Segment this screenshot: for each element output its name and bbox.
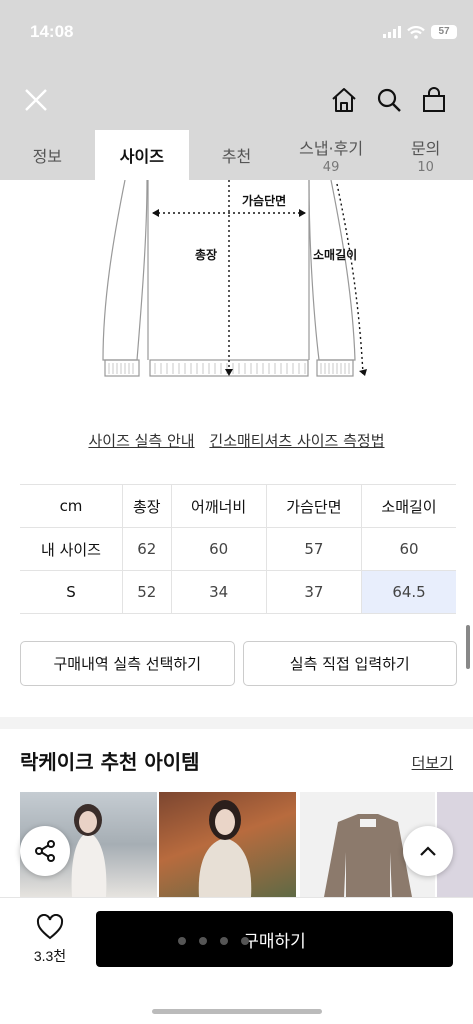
shopping-bag-icon[interactable] — [414, 80, 454, 120]
scrollbar[interactable] — [466, 625, 470, 669]
select-purchase-history-button[interactable]: 구매내역 실측 선택하기 — [20, 641, 235, 686]
share-button[interactable] — [20, 826, 70, 876]
direct-input-button[interactable]: 실측 직접 입력하기 — [242, 641, 457, 686]
tab-label: 문의 — [410, 139, 441, 158]
table-header: 어깨너비 — [170, 484, 267, 528]
garment-outline — [102, 179, 367, 377]
heart-icon — [36, 913, 64, 940]
battery-icon: 57 — [431, 25, 457, 39]
table-header: 총장 — [122, 484, 172, 528]
status-time: 14:08 — [30, 22, 74, 41]
tab-inquiry[interactable]: 문의 10 — [378, 130, 473, 180]
tab-info[interactable]: 정보 — [0, 130, 95, 180]
table-cell: 34 — [170, 570, 267, 614]
table-row-my-size: 내 사이즈 62 60 57 60 — [20, 527, 456, 571]
share-icon — [35, 840, 55, 862]
tab-count: 49 — [322, 160, 340, 175]
table-header: 소매길이 — [361, 484, 456, 528]
tab-label: 추천 — [221, 147, 252, 166]
table-cell: 37 — [265, 570, 363, 614]
tab-size[interactable]: 사이즈 — [94, 130, 190, 180]
buy-button-label: 구매하기 — [243, 931, 306, 952]
more-link[interactable]: 더보기 — [412, 752, 453, 773]
chest-width-label: 가슴단면 — [242, 194, 287, 208]
table-cell-highlighted: 64.5 — [361, 570, 456, 614]
table-header: cm — [20, 484, 123, 528]
recommend-title: 락케이크 추천 아이템 — [20, 750, 200, 774]
measure-method-link[interactable]: 긴소매티셔츠 사이즈 측정법 — [209, 432, 384, 450]
total-length-label: 총장 — [195, 248, 218, 262]
product-image[interactable] — [159, 792, 296, 897]
table-header-row: cm 총장 어깨너비 가슴단면 소매길이 — [20, 484, 456, 528]
table-cell: 57 — [265, 527, 363, 571]
home-icon[interactable] — [324, 80, 364, 120]
table-cell: 62 — [122, 527, 172, 571]
sleeve-length-label: 소매길이 — [313, 248, 358, 262]
tab-label: 정보 — [32, 147, 63, 166]
table-cell: S — [20, 570, 123, 614]
home-indicator — [152, 1009, 322, 1014]
loading-dots — [178, 937, 249, 945]
like-button[interactable]: 3.3천 — [22, 913, 78, 966]
tab-bar: 정보 사이즈 추천 스냅·후기 49 문의 10 — [0, 130, 473, 180]
table-row-s: S 52 34 37 64.5 — [20, 570, 456, 614]
wifi-icon — [407, 25, 425, 39]
table-header: 가슴단면 — [265, 484, 363, 528]
status-icons: 57 — [383, 25, 457, 39]
search-icon[interactable] — [369, 80, 409, 120]
close-icon[interactable] — [16, 80, 56, 120]
section-divider — [0, 717, 473, 729]
scroll-top-button[interactable] — [403, 826, 453, 876]
size-table: cm 총장 어깨너비 가슴단면 소매길이 내 사이즈 62 60 57 60 S… — [20, 484, 456, 614]
size-diagram: 가슴단면 총장 소매길이 — [95, 179, 385, 380]
tab-count: 10 — [417, 160, 434, 175]
table-cell: 60 — [170, 527, 267, 571]
table-cell: 내 사이즈 — [20, 527, 123, 571]
chevron-up-icon — [420, 846, 436, 856]
signal-icon — [383, 26, 401, 38]
buy-button[interactable]: 구매하기 — [96, 911, 453, 967]
table-cell: 52 — [122, 570, 172, 614]
bottom-purchase-bar: 3.3천 구매하기 — [0, 897, 473, 1024]
measure-button-row: 구매내역 실측 선택하기 실측 직접 입력하기 — [20, 641, 457, 686]
size-guide-link[interactable]: 사이즈 실측 안내 — [88, 432, 194, 450]
size-guide-links: 사이즈 실측 안내 긴소매티셔츠 사이즈 측정법 — [0, 430, 473, 451]
tab-label: 사이즈 — [119, 147, 164, 166]
tab-snap-review[interactable]: 스냅·후기 49 — [284, 130, 379, 180]
status-bar: 14:08 57 — [0, 0, 473, 70]
tab-label: 스냅·후기 — [299, 139, 364, 158]
like-count: 3.3천 — [33, 948, 67, 964]
top-nav — [0, 70, 473, 130]
table-cell: 60 — [361, 527, 456, 571]
tab-recommend[interactable]: 추천 — [189, 130, 284, 180]
